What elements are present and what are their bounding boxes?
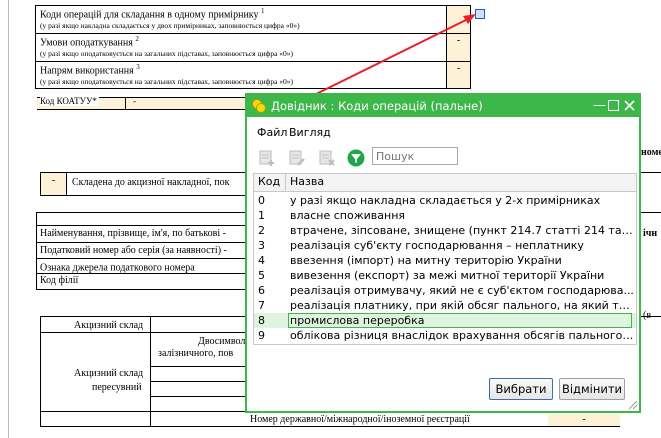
select-button[interactable]: Вибрати: [489, 378, 553, 400]
table-row[interactable]: 7 реалізація платнику, при якій обсяг пал…: [254, 298, 636, 313]
add-record-icon[interactable]: [257, 148, 277, 168]
row-name: втрачене, зіпсоване, знищене (пункт 214.…: [290, 224, 634, 237]
table-row[interactable]: 6 реалізація отримувачу, який не є суб'єк…: [254, 283, 636, 298]
table-row[interactable]: 0 у разі якщо накладна складається у 2-х …: [254, 193, 636, 208]
cancel-button[interactable]: Відмінити: [559, 378, 625, 400]
scrollbar[interactable]: [630, 191, 634, 341]
row-name: ввезення (імпорт) на митну територію Укр…: [290, 254, 562, 267]
column-divider: [285, 174, 286, 191]
row-code: 8: [258, 314, 265, 327]
table-row[interactable]: 9 облікова різниця внаслідок врахування о…: [254, 328, 636, 343]
menu-view[interactable]: Вигляд: [289, 126, 331, 139]
edit-record-icon[interactable]: [287, 148, 307, 168]
row-code: 9: [258, 329, 265, 342]
row-code: 6: [258, 284, 265, 297]
row-code: 7: [258, 299, 265, 312]
row-code: 5: [258, 269, 265, 282]
delete-record-icon[interactable]: [317, 148, 337, 168]
row-name: облікова різниця внаслідок врахування об…: [290, 329, 634, 342]
row-name: власне споживання: [290, 209, 406, 222]
row-name: реалізація отримувачу, який не є суб'єкт…: [290, 284, 634, 297]
close-icon[interactable]: [624, 100, 635, 111]
row-code: 3: [258, 239, 265, 252]
row-code: 1: [258, 209, 265, 222]
row-code: 0: [258, 194, 265, 207]
column-header-code[interactable]: Код: [258, 175, 280, 188]
filter-icon[interactable]: [346, 148, 366, 168]
row-name: реалізація платнику, при якій обсяг паль…: [290, 299, 634, 312]
table-row[interactable]: 4 ввезення (імпорт) на митну територію Ук…: [254, 253, 636, 268]
dialog-titlebar[interactable]: Довідник : Коди операцій (пальне) —: [247, 95, 639, 117]
column-header-name[interactable]: Назва: [290, 175, 324, 188]
table-row[interactable]: 2 втрачене, зіпсоване, знищене (пункт 214…: [254, 223, 636, 238]
row-name: промислова переробка: [288, 313, 632, 328]
minimize-icon[interactable]: —: [593, 95, 606, 117]
search-input[interactable]: [372, 147, 458, 165]
app-icon: [252, 99, 266, 113]
row-name: вивезення (експорт) за межі митної терит…: [290, 269, 605, 282]
table-row[interactable]: 5 вивезення (експорт) за межі митної тери…: [254, 268, 636, 283]
reference-dialog: Довідник : Коди операцій (пальне) — Файл…: [245, 93, 641, 413]
table-row[interactable]: 3 реалізація суб'єкту господарювання – не…: [254, 238, 636, 253]
codes-table: Код Назва 0 у разі якщо накладна складаєт…: [253, 173, 637, 345]
table-row[interactable]: 8 промислова переробка: [254, 313, 636, 328]
resize-grip-icon[interactable]: [626, 398, 638, 410]
row-name: реалізація суб'єкту господарювання – неп…: [290, 239, 584, 252]
dialog-title: Довідник : Коди операцій (пальне): [271, 99, 483, 113]
maximize-icon[interactable]: [608, 100, 619, 111]
table-row[interactable]: 1 власне споживання: [254, 208, 636, 223]
row-code: 4: [258, 254, 265, 267]
row-name: у разі якщо накладна складається у 2-х п…: [290, 194, 601, 207]
row-code: 2: [258, 224, 265, 237]
menu-file[interactable]: Файл: [257, 126, 287, 139]
table-header: Код Назва: [254, 174, 636, 192]
